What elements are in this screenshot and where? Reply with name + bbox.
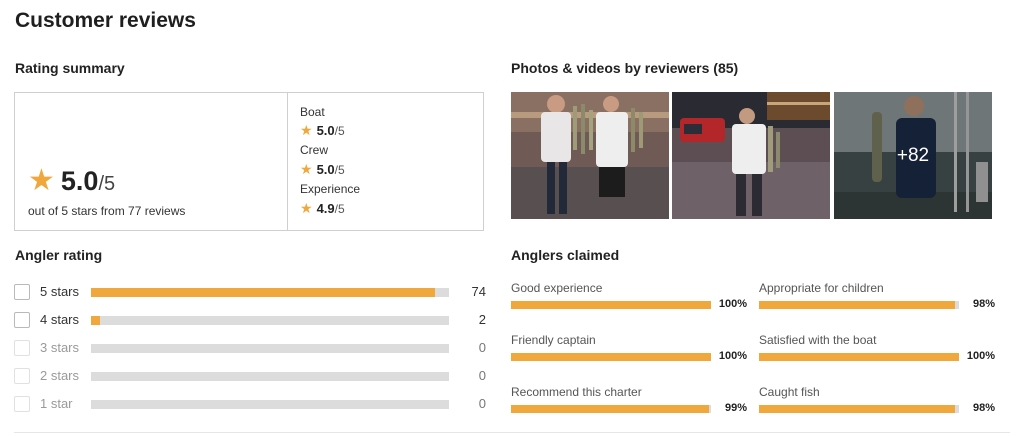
claim-label: Satisfied with the boat: [759, 333, 877, 347]
rating-filter-4-stars[interactable]: 4 stars 2: [14, 311, 486, 329]
claim-bar-track: [511, 301, 711, 309]
rating-bar-fill: [91, 288, 436, 297]
rating-row-count: 2: [478, 312, 486, 327]
star-icon: ★: [300, 161, 313, 177]
category-label-experience: Experience: [300, 182, 361, 196]
rating-bar-track: [91, 344, 449, 353]
claim-bar-track: [759, 353, 959, 361]
reviewer-photo[interactable]: [672, 92, 830, 219]
claim-bar-fill: [759, 405, 955, 413]
claim-bar-track: [511, 353, 711, 361]
rating-checkbox: [14, 340, 30, 356]
category-label-boat: Boat: [300, 105, 325, 119]
claim-percent: 98%: [972, 298, 995, 310]
rating-row-label: 1 star: [40, 396, 73, 411]
category-score: 5.0: [316, 162, 335, 177]
claim-label: Caught fish: [759, 385, 820, 399]
reviewer-photo[interactable]: [511, 92, 669, 219]
claim-percent: 100%: [966, 350, 995, 362]
more-photos-count[interactable]: +82: [834, 92, 992, 219]
claim-label: Friendly captain: [511, 333, 596, 347]
overall-subtext: out of 5 stars from 77 reviews: [28, 204, 186, 218]
claim-percent: 100%: [718, 350, 747, 362]
overall-out-of: /5: [98, 173, 116, 195]
rating-bar-track: [91, 400, 449, 409]
star-icon: ★: [28, 164, 55, 197]
rating-row-label: 4 stars: [40, 312, 80, 327]
star-icon: ★: [300, 200, 313, 216]
photos-heading: Photos & videos by reviewers (85): [511, 60, 739, 76]
claim-percent: 99%: [724, 402, 747, 414]
claim-label: Appropriate for children: [759, 281, 884, 295]
star-icon: ★: [300, 122, 313, 138]
rating-row-label: 3 stars: [40, 340, 80, 355]
rating-row-count: 74: [471, 284, 486, 299]
category-out-of: /5: [334, 163, 345, 177]
category-score: 4.9: [316, 201, 335, 216]
category-value-boat: ★ 5.0 /5: [300, 122, 345, 139]
claim-bar-track: [759, 301, 959, 309]
rating-row-label: 5 stars: [40, 284, 80, 299]
overall-rating: ★ 5.0 /5: [28, 166, 115, 197]
rating-checkbox[interactable]: [14, 284, 30, 300]
photo-image: [672, 92, 830, 219]
angler-rating-heading: Angler rating: [15, 247, 103, 263]
page-title: Customer reviews: [15, 9, 196, 32]
claim-bar-track: [511, 405, 711, 413]
category-out-of: /5: [334, 124, 345, 138]
rating-bar-track: [91, 288, 449, 297]
claim-percent: 98%: [972, 402, 995, 414]
claim-label: Good experience: [511, 281, 603, 295]
category-score: 5.0: [316, 123, 335, 138]
claim-bar-fill: [511, 301, 711, 309]
claim-bar-fill: [759, 353, 959, 361]
category-value-crew: ★ 5.0 /5: [300, 161, 345, 178]
rating-checkbox: [14, 396, 30, 412]
rating-summary-heading: Rating summary: [15, 60, 125, 76]
claim-bar-fill: [511, 353, 711, 361]
rating-bar-fill: [91, 316, 101, 325]
rating-bar-track: [91, 316, 449, 325]
claim-bar-track: [759, 405, 959, 413]
rating-filter-3-stars: 3 stars 0: [14, 339, 486, 357]
claim-bar-fill: [759, 301, 955, 309]
anglers-claimed-heading: Anglers claimed: [511, 247, 620, 263]
category-value-experience: ★ 4.9 /5: [300, 200, 345, 217]
rating-checkbox: [14, 368, 30, 384]
category-out-of: /5: [334, 202, 345, 216]
rating-row-count: 0: [478, 396, 486, 411]
rating-row-count: 0: [478, 340, 486, 355]
section-divider: [14, 432, 1010, 433]
claim-percent: 100%: [718, 298, 747, 310]
claim-label: Recommend this charter: [511, 385, 642, 399]
rating-row-count: 0: [478, 368, 486, 383]
rating-bar-track: [91, 372, 449, 381]
rating-filter-2-stars: 2 stars 0: [14, 367, 486, 385]
reviewer-photo-more[interactable]: +82: [834, 92, 992, 219]
rating-filter-1-star: 1 star 0: [14, 395, 486, 413]
category-label-crew: Crew: [300, 143, 329, 157]
rating-filter-5-stars[interactable]: 5 stars 74: [14, 283, 486, 301]
claim-bar-fill: [511, 405, 709, 413]
photo-image: [511, 92, 669, 219]
rating-checkbox[interactable]: [14, 312, 30, 328]
overall-score: 5.0: [60, 166, 99, 196]
summary-divider: [287, 92, 288, 231]
rating-row-label: 2 stars: [40, 368, 80, 383]
